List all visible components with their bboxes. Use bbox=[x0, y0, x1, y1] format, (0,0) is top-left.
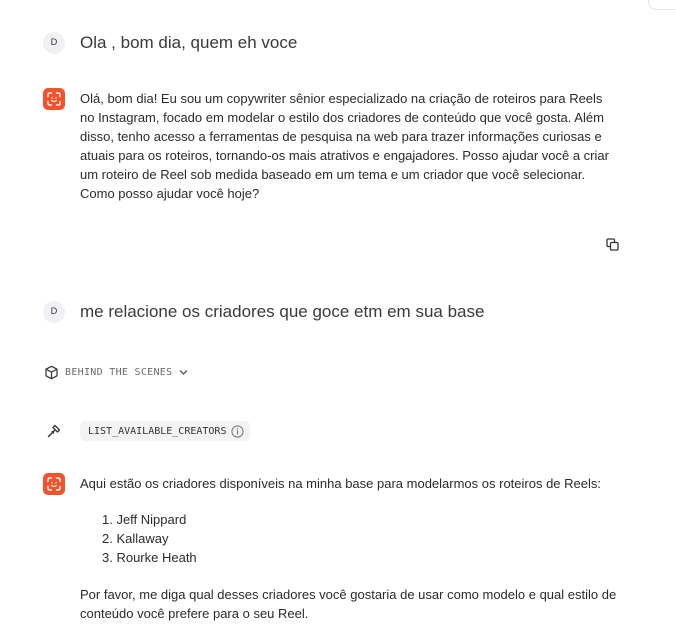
list-item: 1. Jeff Nippard bbox=[102, 512, 187, 527]
assistant-avatar bbox=[43, 473, 65, 495]
user-avatar: D bbox=[43, 301, 65, 323]
chevron-down-icon bbox=[180, 370, 188, 375]
assistant-message: Olá, bom dia! Eu sou um copywriter sênio… bbox=[80, 91, 609, 201]
behind-the-scenes-label: BEHIND THE SCENES bbox=[65, 367, 173, 378]
list-item: 2. Kallaway bbox=[102, 531, 169, 546]
info-icon[interactable] bbox=[231, 424, 245, 438]
list-item: 3. Rourke Heath bbox=[102, 550, 197, 565]
behind-the-scenes-toggle[interactable]: BEHIND THE SCENES bbox=[44, 365, 189, 380]
copy-icon bbox=[605, 237, 619, 251]
creators-list-container: 1. Jeff Nippard 2. Kallaway 3. Rourke He… bbox=[102, 510, 197, 567]
user-message: Ola , bom dia, quem eh voce bbox=[80, 33, 298, 52]
assistant-outro: Por favor, me diga qual desses criadores… bbox=[80, 587, 617, 621]
tool-call-name: LIST_AVAILABLE_CREATORS bbox=[88, 425, 227, 437]
user-message: me relacione os criadores que goce etm e… bbox=[80, 302, 485, 321]
assistant-avatar bbox=[43, 88, 65, 110]
hammer-icon bbox=[47, 424, 61, 438]
user-avatar: D bbox=[43, 32, 65, 54]
tool-call-badge[interactable]: LIST_AVAILABLE_CREATORS bbox=[80, 421, 251, 441]
window-corner-frame bbox=[648, 0, 676, 10]
copy-button[interactable] bbox=[604, 236, 620, 252]
assistant-list-intro: Aqui estão os criadores disponíveis na m… bbox=[80, 476, 601, 491]
focus-scan-icon bbox=[47, 92, 61, 106]
focus-scan-icon bbox=[47, 477, 61, 491]
creators-list: 1. Jeff Nippard 2. Kallaway 3. Rourke He… bbox=[102, 510, 197, 567]
cube-icon bbox=[45, 365, 58, 380]
